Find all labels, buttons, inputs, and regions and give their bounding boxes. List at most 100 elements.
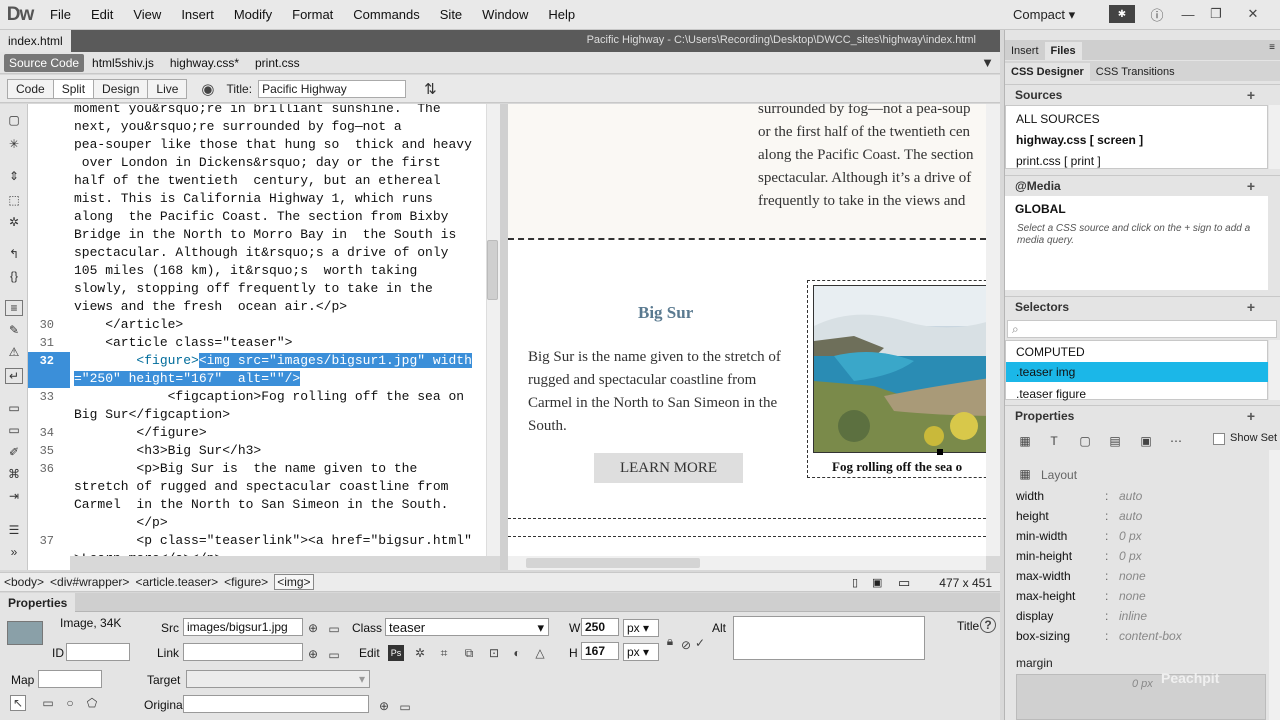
sharpen-icon[interactable]: △ bbox=[532, 645, 548, 661]
css-prop-value[interactable]: none bbox=[1119, 569, 1146, 583]
indent-icon[interactable]: ⇥ bbox=[5, 488, 23, 504]
split-view-button[interactable]: Split bbox=[52, 78, 95, 99]
add-property-icon[interactable]: + bbox=[1247, 408, 1255, 424]
code-line[interactable]: </figure> bbox=[74, 424, 206, 442]
restore-icon[interactable]: ❐ bbox=[1205, 5, 1227, 23]
code-line[interactable]: half of the twentieth century, but an et… bbox=[74, 172, 441, 190]
lock-icon[interactable]: 🔒︎ bbox=[662, 633, 678, 649]
crumb-wrapper[interactable]: <div#wrapper> bbox=[50, 575, 129, 589]
menu-window[interactable]: Window bbox=[472, 7, 538, 22]
minimize-icon[interactable]: — bbox=[1177, 5, 1199, 23]
code-line[interactable]: Big Sur</figcaption> bbox=[74, 406, 230, 424]
code-line[interactable]: <h3>Big Sur</h3> bbox=[74, 442, 261, 460]
bigsur-image[interactable] bbox=[813, 285, 986, 453]
open-documents-icon[interactable]: ▢ bbox=[5, 112, 23, 128]
tab-index-html[interactable]: index.html bbox=[0, 30, 71, 52]
properties-scrollbar[interactable] bbox=[1269, 450, 1280, 720]
design-scroll-thumb[interactable] bbox=[526, 558, 700, 568]
more-category-icon[interactable]: ⋯ bbox=[1168, 433, 1184, 449]
selector-teaser-img[interactable]: .teaser img bbox=[1006, 362, 1268, 382]
css-prop-value[interactable]: 0 px bbox=[1119, 529, 1142, 543]
code-line[interactable]: <p>Big Sur is the name given to the bbox=[74, 460, 417, 478]
tab-files[interactable]: Files bbox=[1044, 42, 1082, 60]
point-to-file-icon[interactable]: ⊕ bbox=[305, 646, 321, 662]
related-source-code[interactable]: Source Code bbox=[4, 53, 85, 72]
resample-icon[interactable]: ⧉ bbox=[461, 645, 477, 661]
format-source-icon[interactable]: ☰ bbox=[5, 522, 23, 538]
code-line[interactable]: next, you&rsquo;re surrounded by fog—not… bbox=[74, 118, 402, 136]
css-prop-value[interactable]: 0 px bbox=[1119, 549, 1142, 563]
alt-input[interactable] bbox=[733, 616, 925, 660]
rect-hotspot-icon[interactable]: ▭ bbox=[40, 695, 56, 711]
teaser-figure[interactable]: Fog rolling off the sea o bbox=[807, 280, 986, 478]
selectors-scrollbar[interactable] bbox=[1269, 340, 1280, 400]
add-source-icon[interactable]: + bbox=[1247, 87, 1255, 103]
design-view[interactable]: surrounded by fog—not a pea-soup or the … bbox=[508, 104, 986, 556]
code-line[interactable]: pea-souper like those that hung so thick… bbox=[74, 136, 472, 154]
live-view-button[interactable]: Live bbox=[147, 78, 188, 99]
width-unit-select[interactable]: px ▾ bbox=[623, 619, 659, 637]
crumb-article[interactable]: <article.teaser> bbox=[135, 575, 218, 589]
info-icon[interactable]: ⓘ bbox=[1146, 5, 1168, 23]
collapse-icon[interactable]: ✳ bbox=[5, 136, 23, 152]
design-view-button[interactable]: Design bbox=[93, 78, 149, 99]
edit-settings-icon[interactable]: ✲ bbox=[412, 645, 428, 661]
code-line[interactable]: moment you&rsquo;re in brilliant sunshin… bbox=[74, 104, 441, 118]
code-editor[interactable]: moment you&rsquo;re in brilliant sunshin… bbox=[70, 104, 486, 556]
sync-settings-icon[interactable]: ✱ bbox=[1109, 5, 1135, 23]
crumb-figure[interactable]: <figure> bbox=[224, 575, 268, 589]
sources-scrollbar[interactable] bbox=[1269, 105, 1280, 169]
css-prop-value[interactable]: auto bbox=[1119, 489, 1142, 503]
code-line[interactable]: spectacular. Although it&rsquo;s a drive… bbox=[74, 244, 448, 262]
menu-modify[interactable]: Modify bbox=[224, 7, 282, 22]
code-line[interactable]: <figure><img src="images/bigsur1.jpg" wi… bbox=[74, 352, 472, 370]
polygon-hotspot-icon[interactable]: ⬠ bbox=[84, 695, 100, 711]
crop-tool-icon[interactable]: ⊡ bbox=[486, 645, 502, 661]
photoshop-icon[interactable]: Ps bbox=[388, 645, 404, 661]
balance-braces-icon[interactable]: {} bbox=[5, 268, 23, 284]
desktop-size-icon[interactable]: ▭ bbox=[898, 575, 910, 591]
code-line[interactable]: Bridge in the North to Morro Bay in the … bbox=[74, 226, 456, 244]
selector-computed[interactable]: COMPUTED bbox=[1016, 345, 1085, 359]
original-input[interactable] bbox=[183, 695, 369, 713]
code-line[interactable]: stretch of rugged and spectacular coastl… bbox=[74, 478, 448, 496]
add-media-icon[interactable]: + bbox=[1247, 178, 1255, 194]
commit-size-icon[interactable]: ✓ bbox=[692, 635, 708, 651]
selector-filter-input[interactable]: ⌕ bbox=[1007, 320, 1277, 338]
resize-handle-icon[interactable] bbox=[937, 449, 943, 455]
border-category-icon[interactable]: ▢ bbox=[1077, 433, 1093, 449]
code-line[interactable]: Carmel in the North to San Simeon in the… bbox=[74, 496, 448, 514]
workspace-switcher[interactable]: Compact ▾ bbox=[1013, 7, 1075, 23]
wrap-tag-icon[interactable]: ✐ bbox=[5, 444, 23, 460]
target-select[interactable]: ▾ bbox=[186, 670, 370, 688]
css-prop-value[interactable]: inline bbox=[1119, 609, 1147, 623]
tab-insert[interactable]: Insert bbox=[1005, 42, 1045, 60]
code-line[interactable]: <p class="teaserlink"><a href="bigsur.ht… bbox=[74, 532, 471, 550]
remove-comment-icon[interactable]: ▭ bbox=[5, 422, 23, 438]
menu-view[interactable]: View bbox=[123, 7, 171, 22]
height-input[interactable]: 167 bbox=[581, 642, 619, 660]
more-tools-icon[interactable]: » bbox=[5, 544, 23, 560]
related-html5shiv[interactable]: html5shiv.js bbox=[84, 56, 162, 70]
menu-format[interactable]: Format bbox=[282, 7, 343, 22]
code-scroll-thumb[interactable] bbox=[487, 240, 498, 300]
point-to-file-icon[interactable]: ⊕ bbox=[376, 698, 392, 714]
code-line[interactable]: mist. This is California Highway 1, whic… bbox=[74, 190, 433, 208]
select-parent-tag-icon[interactable]: ↰ bbox=[5, 246, 23, 262]
folder-icon[interactable]: ▭ bbox=[397, 699, 413, 715]
brightness-icon[interactable]: ◐ bbox=[509, 645, 525, 661]
help-icon[interactable]: ? bbox=[980, 617, 996, 633]
code-line[interactable]: along the Pacific Coast. The section fro… bbox=[74, 208, 448, 226]
class-select[interactable]: teaser ▾ bbox=[385, 618, 549, 636]
expand-all-icon[interactable]: ✲ bbox=[5, 214, 23, 230]
css-prop-value[interactable]: none bbox=[1119, 589, 1146, 603]
code-line[interactable]: 105 miles (168 km), it&rsquo;s worth tak… bbox=[74, 262, 417, 280]
menu-insert[interactable]: Insert bbox=[171, 7, 224, 22]
file-transfer-icon[interactable]: ⇅ bbox=[424, 80, 437, 98]
background-category-icon[interactable]: ▤ bbox=[1107, 433, 1123, 449]
mobile-size-icon[interactable]: ▯ bbox=[852, 576, 858, 589]
code-vertical-scrollbar[interactable] bbox=[486, 104, 500, 556]
menu-edit[interactable]: Edit bbox=[81, 7, 123, 22]
other-category-icon[interactable]: ▣ bbox=[1138, 433, 1154, 449]
menu-file[interactable]: File bbox=[40, 7, 81, 22]
